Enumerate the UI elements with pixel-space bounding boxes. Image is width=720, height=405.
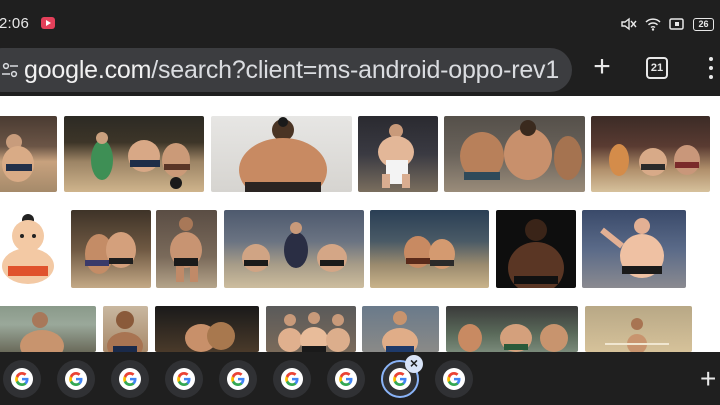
screen-record-icon bbox=[41, 17, 55, 29]
tab-switcher-button[interactable]: 21 bbox=[646, 57, 668, 79]
battery-icon: 26 bbox=[693, 17, 714, 31]
url-path: /search?client=ms-android-oppo-rev1 bbox=[151, 56, 560, 84]
google-g-icon bbox=[389, 368, 411, 390]
browser-toolbar: google.com/search?client=ms-android-oppo… bbox=[0, 48, 720, 96]
tab-strip: × + bbox=[0, 352, 720, 405]
result-image-2[interactable] bbox=[64, 116, 204, 192]
status-clock: 2:06 bbox=[0, 15, 29, 32]
add-tab-button[interactable]: + bbox=[700, 365, 716, 393]
result-image-11[interactable] bbox=[370, 210, 489, 288]
google-g-icon bbox=[65, 368, 87, 390]
google-g-icon bbox=[443, 368, 465, 390]
google-g-icon bbox=[11, 368, 33, 390]
tab-1[interactable] bbox=[3, 360, 41, 398]
tab-5[interactable] bbox=[219, 360, 257, 398]
result-image-16[interactable] bbox=[155, 306, 259, 352]
tab-4[interactable] bbox=[165, 360, 203, 398]
result-image-12[interactable] bbox=[496, 210, 576, 288]
wifi-icon bbox=[645, 18, 661, 31]
result-image-8[interactable] bbox=[71, 210, 151, 288]
image-results-grid bbox=[0, 96, 720, 352]
google-g-icon bbox=[281, 368, 303, 390]
result-image-14[interactable] bbox=[0, 306, 96, 352]
result-image-15[interactable] bbox=[103, 306, 148, 352]
url-text[interactable]: google.com/search?client=ms-android-oppo… bbox=[24, 56, 559, 85]
result-image-10[interactable] bbox=[224, 210, 364, 288]
result-image-4[interactable] bbox=[358, 116, 438, 192]
omnibox[interactable]: google.com/search?client=ms-android-oppo… bbox=[0, 48, 572, 92]
result-image-18[interactable] bbox=[362, 306, 439, 352]
result-image-1[interactable] bbox=[0, 116, 57, 192]
tab-2[interactable] bbox=[57, 360, 95, 398]
cast-icon bbox=[669, 18, 684, 30]
google-g-icon bbox=[173, 368, 195, 390]
more-vert-icon[interactable] bbox=[700, 54, 720, 84]
close-tab-icon[interactable]: × bbox=[405, 355, 423, 373]
system-icons: 26 bbox=[619, 14, 714, 34]
result-image-7[interactable] bbox=[0, 210, 61, 288]
result-image-9[interactable] bbox=[156, 210, 217, 288]
status-bar: 2:06 26 bbox=[0, 0, 720, 48]
mute-vibrate-icon bbox=[621, 17, 637, 31]
result-image-6[interactable] bbox=[591, 116, 710, 192]
google-g-icon bbox=[227, 368, 249, 390]
new-tab-button[interactable]: + bbox=[588, 52, 616, 82]
result-image-20[interactable] bbox=[585, 306, 692, 352]
site-settings-icon[interactable] bbox=[2, 62, 18, 78]
google-g-icon bbox=[335, 368, 357, 390]
result-image-19[interactable] bbox=[446, 306, 578, 352]
result-image-13[interactable] bbox=[582, 210, 686, 288]
google-g-icon bbox=[119, 368, 141, 390]
url-host: google.com bbox=[24, 56, 152, 84]
tab-9[interactable] bbox=[435, 360, 473, 398]
result-image-5[interactable] bbox=[444, 116, 585, 192]
tab-7[interactable] bbox=[327, 360, 365, 398]
result-image-3[interactable] bbox=[211, 116, 352, 192]
tab-6[interactable] bbox=[273, 360, 311, 398]
tab-3[interactable] bbox=[111, 360, 149, 398]
result-image-17[interactable] bbox=[266, 306, 356, 352]
